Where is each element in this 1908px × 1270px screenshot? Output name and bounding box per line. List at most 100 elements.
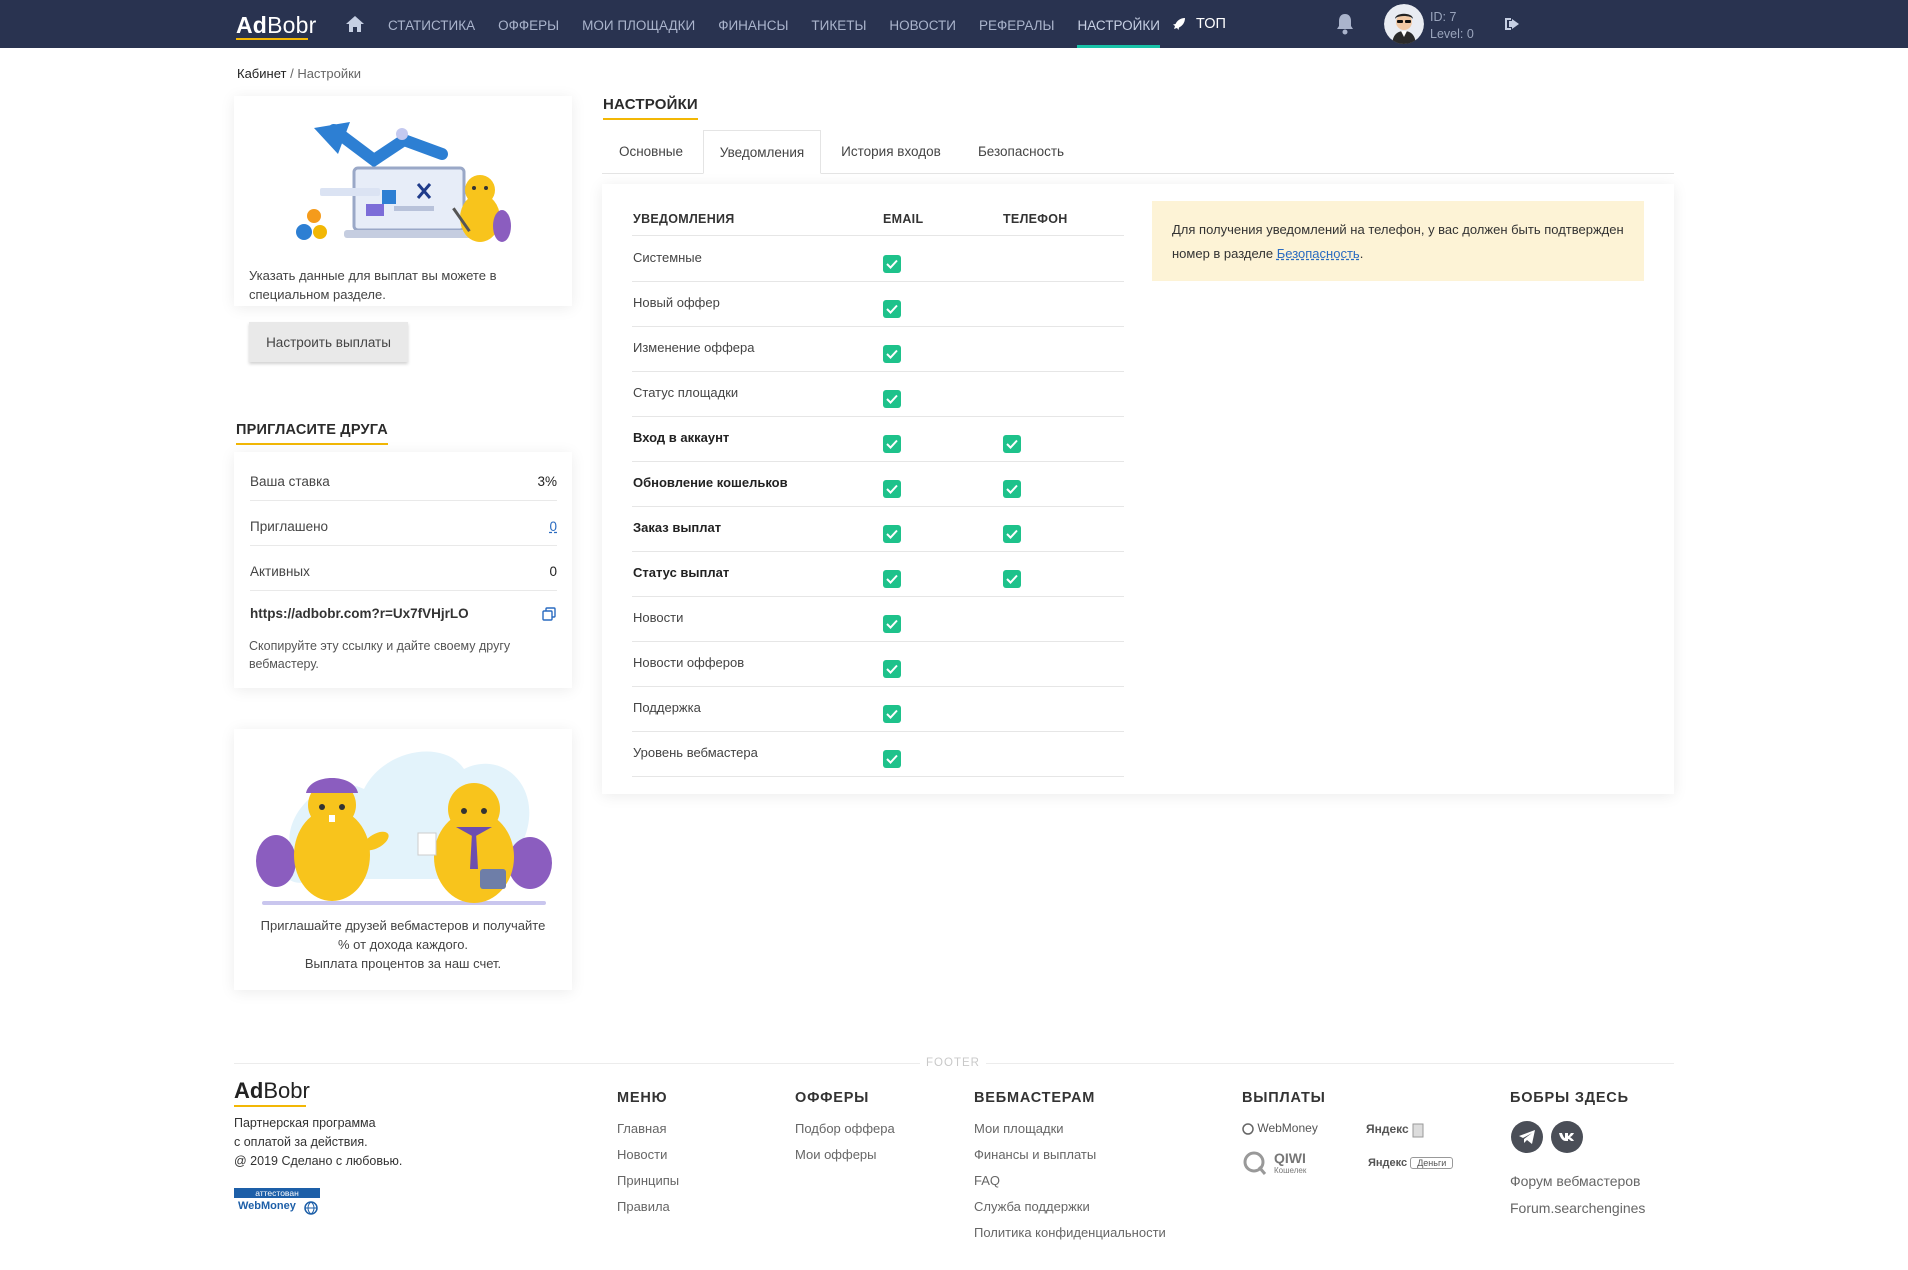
vk-button[interactable] — [1551, 1121, 1583, 1153]
top-label: ТОП — [1196, 16, 1226, 32]
badge-top: аттестован — [234, 1188, 320, 1198]
email-checkbox[interactable] — [883, 615, 901, 633]
nav-referrals[interactable]: РЕФЕРАЛЫ — [979, 0, 1055, 48]
footer-desc-1: Партнерская программа — [234, 1116, 376, 1130]
email-checkbox[interactable] — [883, 480, 901, 498]
invite-invited-value[interactable]: 0 — [549, 519, 557, 534]
payout-illustration — [296, 122, 511, 242]
webmoney-globe-icon — [1242, 1123, 1254, 1135]
email-checkbox[interactable] — [883, 300, 901, 318]
email-checkbox[interactable] — [883, 750, 901, 768]
footer-desc-2: с оплатой за действия. — [234, 1135, 368, 1149]
row-divider — [632, 686, 1124, 687]
payout-text: Указать данные для выплат вы можете в сп… — [249, 268, 497, 302]
nav-my-sites[interactable]: МОИ ПЛОЩАДКИ — [582, 0, 695, 48]
email-checkbox[interactable] — [883, 390, 901, 408]
footer-link-finance[interactable]: Финансы и выплаты — [974, 1147, 1096, 1162]
webmoney-badge[interactable]: аттестован WebMoney — [234, 1188, 322, 1217]
footer-link-home[interactable]: Главная — [617, 1121, 666, 1136]
phone-checkbox[interactable] — [1003, 525, 1021, 543]
notification-row-label: Статус выплат — [633, 565, 730, 580]
tab-general[interactable]: Основные — [602, 130, 700, 174]
header-logo[interactable]: AdBobr — [236, 12, 316, 39]
nav-news[interactable]: НОВОСТИ — [889, 0, 956, 48]
row-divider — [632, 641, 1124, 642]
notice-security-link[interactable]: Безопасность — [1277, 246, 1360, 261]
phone-checkbox[interactable] — [1003, 570, 1021, 588]
nav-tickets[interactable]: ТИКЕТЫ — [811, 0, 866, 48]
footer-link-news[interactable]: Новости — [617, 1147, 667, 1162]
phone-checkbox[interactable] — [1003, 435, 1021, 453]
tab-notifications[interactable]: Уведомления — [703, 130, 821, 174]
home-icon[interactable] — [344, 14, 366, 34]
footer-link-forum[interactable]: Форум вебмастеров — [1510, 1173, 1641, 1189]
qiwi-icon — [1243, 1151, 1267, 1175]
telegram-button[interactable] — [1511, 1121, 1543, 1153]
footer-link-faq[interactable]: FAQ — [974, 1173, 1000, 1188]
notice-end: . — [1359, 246, 1364, 261]
email-checkbox[interactable] — [883, 570, 901, 588]
row-divider — [632, 551, 1124, 552]
invite-title: ПРИГЛАСИТЕ ДРУГА — [236, 422, 388, 445]
footer-link-rules[interactable]: Правила — [617, 1199, 670, 1214]
yandex-money-logo: Яндекс Деньги — [1368, 1157, 1454, 1169]
wallet-icon — [1412, 1123, 1424, 1138]
footer-link-offer-selection[interactable]: Подбор оффера — [795, 1121, 895, 1136]
notification-row-label: Уровень вебмастера — [633, 745, 758, 760]
footer-desc-3: @ 2019 Сделано с любовью. — [234, 1154, 403, 1168]
promo-line-2: % от дохода каждого. — [337, 937, 469, 952]
row-divider — [632, 416, 1124, 417]
row-divider — [632, 506, 1124, 507]
footer-webmasters-title: ВЕБМАСТЕРАМ — [974, 1090, 1096, 1106]
table-header-divider — [632, 235, 1124, 236]
breadcrumb-root[interactable]: Кабинет — [237, 66, 286, 81]
row-divider — [632, 731, 1124, 732]
col-email: EMAIL — [883, 212, 924, 226]
user-level: Level: 0 — [1430, 27, 1474, 41]
webmoney-logo: WebMoney — [1242, 1121, 1318, 1135]
user-avatar[interactable] — [1384, 4, 1424, 44]
copy-icon[interactable] — [542, 607, 556, 621]
breadcrumb: Кабинет / Настройки — [237, 66, 361, 81]
nav-finance[interactable]: ФИНАНСЫ — [718, 0, 788, 48]
beavers-illustration — [256, 751, 552, 905]
row-divider — [632, 776, 1124, 777]
nav-statistics[interactable]: СТАТИСТИКА — [388, 0, 475, 48]
email-checkbox[interactable] — [883, 660, 901, 678]
settings-title: НАСТРОЙКИ — [603, 96, 698, 120]
footer-payouts-title: ВЫПЛАТЫ — [1242, 1090, 1326, 1106]
notification-row-label: Заказ выплат — [633, 520, 722, 535]
row-divider — [632, 371, 1124, 372]
tab-security[interactable]: Безопасность — [966, 130, 1076, 174]
email-checkbox[interactable] — [883, 525, 901, 543]
nav-settings[interactable]: НАСТРОЙКИ — [1077, 0, 1161, 48]
email-checkbox[interactable] — [883, 705, 901, 723]
user-id: ID: 7 — [1430, 10, 1457, 24]
footer-link-principles[interactable]: Принципы — [617, 1173, 679, 1188]
referral-link[interactable]: https://adbobr.com?r=Ux7fVHjrLO — [250, 606, 469, 621]
tab-login-history[interactable]: История входов — [826, 130, 956, 174]
footer-link-searchengines[interactable]: Forum.searchengines — [1510, 1200, 1645, 1216]
invite-invited-label: Приглашено — [250, 519, 329, 534]
nav-offers[interactable]: ОФФЕРЫ — [498, 0, 559, 48]
footer-link-my-offers[interactable]: Мои офферы — [795, 1147, 877, 1162]
logout-icon[interactable] — [1503, 16, 1521, 32]
promo-line-1: Приглашайте друзей вебмастеров и получай… — [260, 918, 546, 933]
phone-checkbox[interactable] — [1003, 480, 1021, 498]
top-rating-link[interactable]: ТОП — [1172, 0, 1226, 48]
invite-active-row: Активных 0 — [250, 546, 557, 591]
footer-logo[interactable]: AdBobr — [234, 1078, 310, 1104]
email-checkbox[interactable] — [883, 435, 901, 453]
bell-icon[interactable] — [1334, 12, 1356, 36]
invite-active-value: 0 — [549, 564, 557, 579]
user-meta: ID: 7 Level: 0 — [1430, 9, 1474, 43]
setup-payouts-button[interactable]: Настроить выплаты — [249, 322, 408, 362]
footer-link-my-sites[interactable]: Мои площадки — [974, 1121, 1064, 1136]
email-checkbox[interactable] — [883, 345, 901, 363]
email-checkbox[interactable] — [883, 255, 901, 273]
footer-link-support[interactable]: Служба поддержки — [974, 1199, 1090, 1214]
badge-bottom: WebMoney — [238, 1200, 296, 1212]
notification-row-label: Системные — [633, 250, 702, 265]
footer-link-privacy[interactable]: Политика конфиденциальности — [974, 1225, 1166, 1240]
globe-icon — [304, 1201, 318, 1215]
